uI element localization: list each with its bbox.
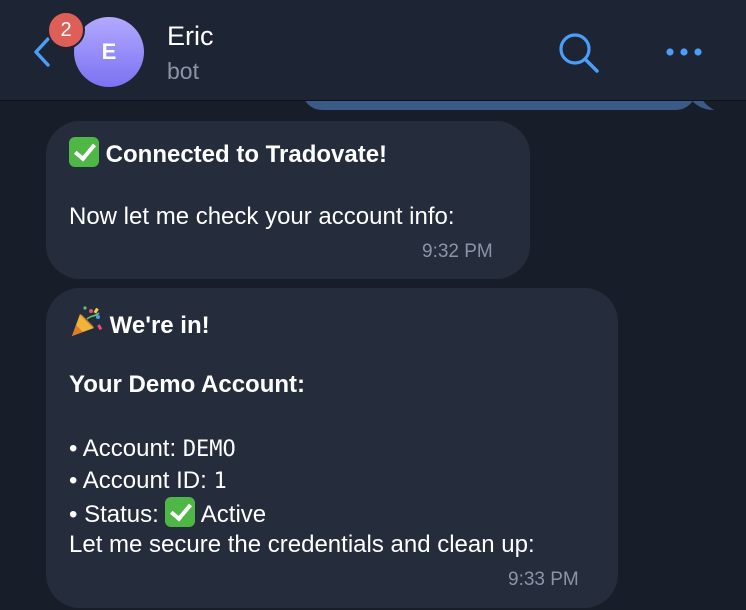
chat-header: E 2 Eric bot: [0, 0, 746, 101]
incoming-message[interactable]: We're in! Your Demo Account: • Account: …: [46, 288, 618, 608]
status-label: • Status:: [69, 501, 166, 528]
party-popper-icon: [72, 306, 103, 336]
incoming-message[interactable]: Connected to Tradovate! Now let me check…: [46, 121, 530, 279]
avatar-initial: E: [101, 39, 117, 64]
search-button[interactable]: [556, 30, 602, 76]
message-title: We're in!: [109, 312, 210, 339]
status-value: Active: [200, 501, 267, 528]
contact-status: bot: [167, 58, 199, 84]
message-title: Connected to Tradovate!: [105, 141, 388, 168]
message-title-line: We're in!: [69, 305, 210, 342]
ellipsis-icon: [666, 48, 702, 56]
account-id-line: • Account ID: 1: [69, 465, 227, 498]
search-icon: [559, 33, 599, 73]
check-mark-icon: [165, 497, 196, 527]
message-subtitle: Your Demo Account:: [69, 371, 306, 398]
message-title-line: Connected to Tradovate!: [69, 137, 387, 171]
contact-name[interactable]: Eric: [167, 20, 214, 52]
message-timestamp: 9:32 PM: [422, 241, 493, 262]
message-timestamp: 9:33 PM: [508, 569, 579, 590]
account-label: • Account:: [69, 435, 183, 462]
account-line: • Account: DEMO: [69, 433, 236, 466]
account-value: DEMO: [182, 437, 236, 462]
unread-badge: 2: [47, 11, 85, 49]
chat-screen: E 2 Eric bot Connected to Tradovate! Now…: [0, 0, 746, 610]
status-line: • Status: Active: [69, 497, 266, 531]
message-footer: Let me secure the credentials and clean …: [69, 531, 535, 558]
check-mark-icon: [69, 137, 99, 167]
account-id-label: • Account ID:: [69, 467, 214, 494]
more-options-button[interactable]: [664, 40, 704, 64]
account-id-value: 1: [213, 469, 227, 494]
message-text: Now let me check your account info:: [69, 203, 455, 230]
